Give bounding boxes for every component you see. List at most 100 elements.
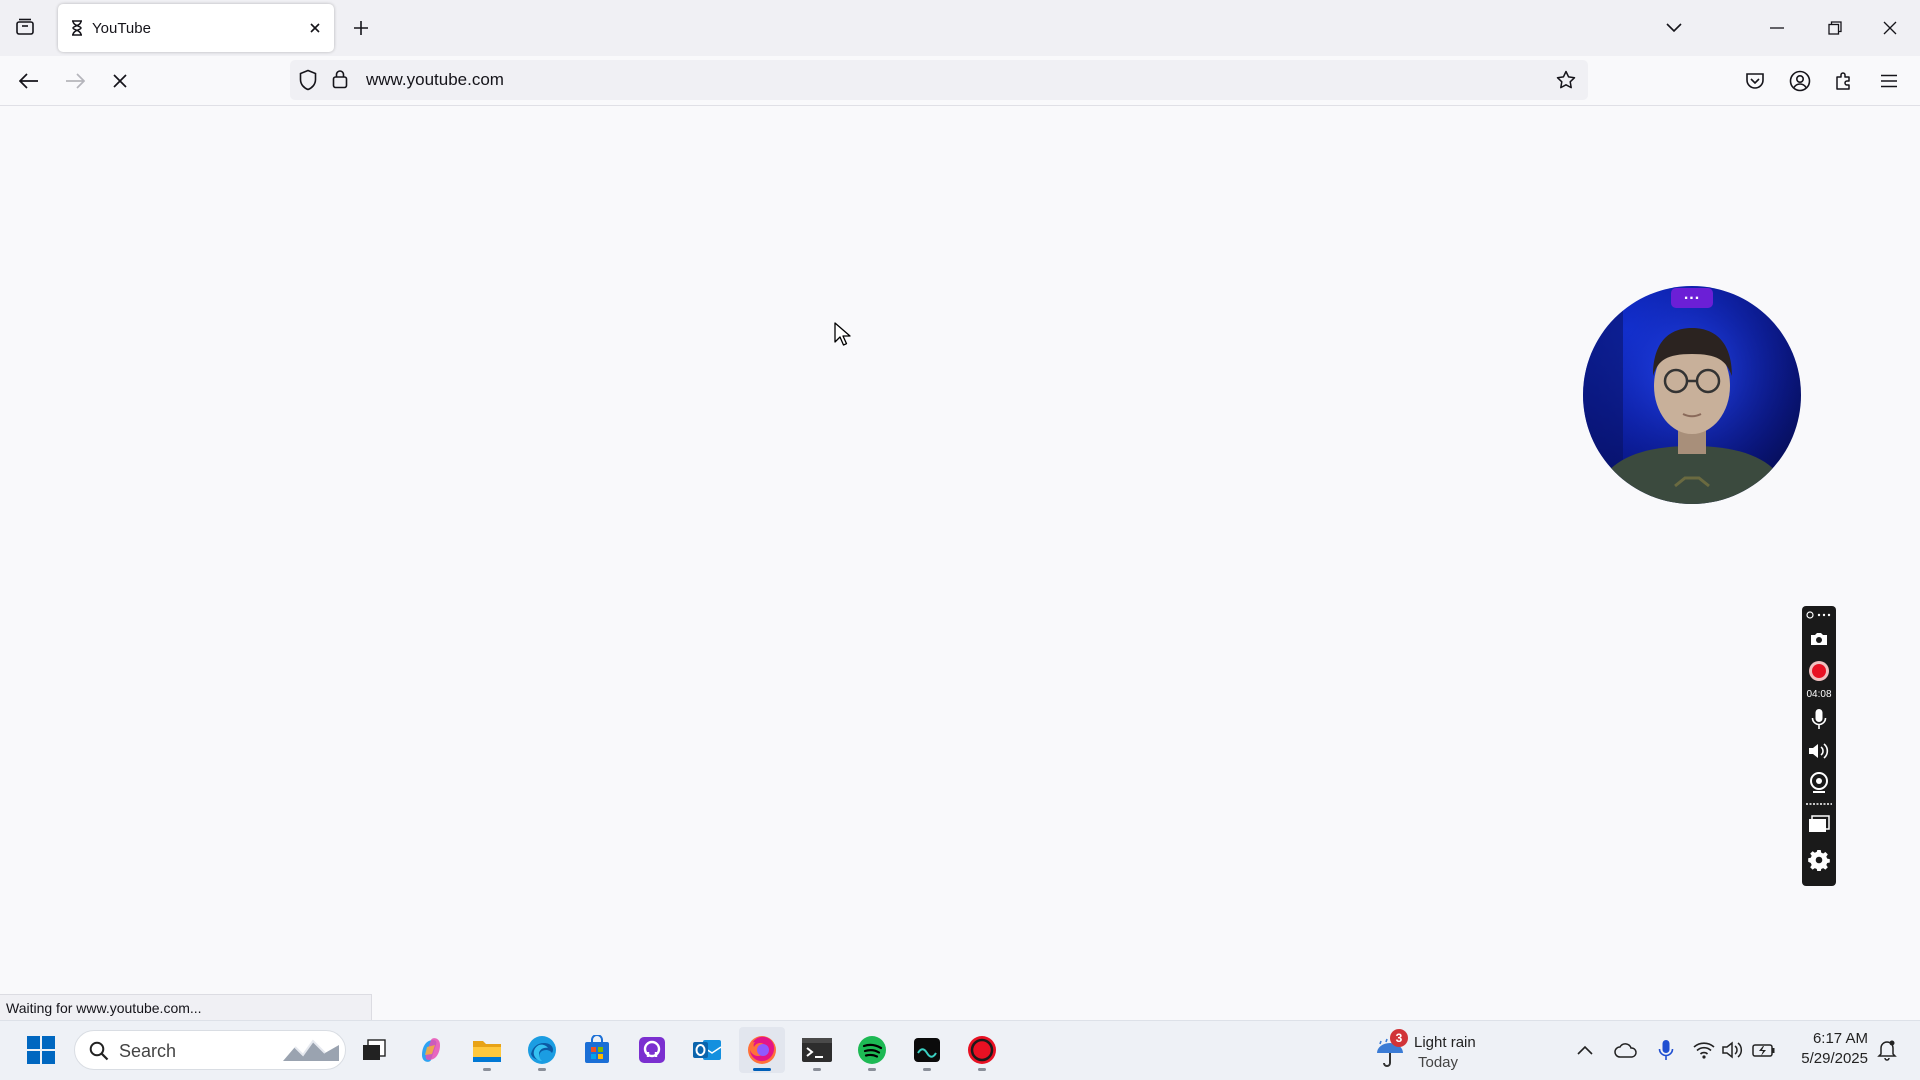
- screen-recorder-toolbar: 04:08: [1802, 606, 1836, 886]
- taskbar-edge[interactable]: [519, 1027, 565, 1073]
- firefox-icon: [748, 1036, 776, 1064]
- record-icon: [1809, 661, 1829, 681]
- edge-icon: [528, 1036, 556, 1064]
- pin-icon: [1806, 611, 1831, 619]
- gear-icon: [1808, 850, 1830, 871]
- running-indicator: [978, 1068, 986, 1071]
- pocket-button[interactable]: [1738, 64, 1772, 98]
- weather-widget[interactable]: 3 Light rain Today: [1370, 1027, 1510, 1075]
- terminal-icon: [802, 1038, 832, 1062]
- taskbar-firefox[interactable]: [739, 1027, 785, 1073]
- tab-close-button[interactable]: [304, 17, 326, 39]
- chevron-up-icon: [1577, 1045, 1593, 1055]
- running-indicator: [923, 1068, 931, 1071]
- taskbar-app[interactable]: [629, 1027, 675, 1073]
- list-all-tabs-button[interactable]: [1656, 11, 1692, 45]
- window-minimize-button[interactable]: [1757, 8, 1797, 48]
- taskbar-task-view[interactable]: [351, 1027, 397, 1073]
- tray-volume[interactable]: [1718, 1035, 1748, 1065]
- tab-youtube[interactable]: YouTube: [58, 4, 334, 52]
- camera-icon: [1811, 633, 1827, 645]
- stop-loading-button[interactable]: [101, 64, 139, 98]
- speaker-icon: [1809, 743, 1829, 759]
- pocket-icon: [1746, 73, 1764, 89]
- lock-icon[interactable]: [332, 69, 348, 89]
- tray-onedrive[interactable]: [1611, 1035, 1641, 1065]
- arrow-left-icon: [19, 73, 38, 89]
- microphone-icon: [1811, 709, 1827, 729]
- screenshot-button[interactable]: [1802, 626, 1836, 652]
- capture-area-button[interactable]: [1802, 811, 1836, 837]
- taskbar: Search 3 Light rain Today 6:17 AM 5/29/2…: [0, 1020, 1920, 1080]
- spotify-icon: [858, 1036, 886, 1064]
- tray-battery[interactable]: [1749, 1035, 1779, 1065]
- taskbar-microsoft-store[interactable]: [574, 1027, 620, 1073]
- app-menu-button[interactable]: [1872, 64, 1906, 98]
- window-close-button[interactable]: [1870, 8, 1910, 48]
- active-indicator: [753, 1068, 771, 1071]
- battery-charging-icon: [1752, 1044, 1775, 1057]
- outlook-icon: [693, 1040, 722, 1060]
- clock-date: 5/29/2025: [1801, 1050, 1868, 1067]
- bookmark-star-button[interactable]: [1552, 66, 1580, 94]
- recorder-drag-handle[interactable]: [1802, 608, 1836, 622]
- back-button[interactable]: [10, 64, 48, 98]
- taskbar-search[interactable]: Search: [74, 1030, 346, 1070]
- taskbar-copilot[interactable]: [408, 1027, 454, 1073]
- firefox-view-button[interactable]: [8, 10, 42, 44]
- app-icon: [914, 1038, 940, 1062]
- weather-alert-badge: 3: [1390, 1029, 1408, 1047]
- url-text[interactable]: www.youtube.com: [366, 70, 504, 90]
- microphone-toggle[interactable]: [1802, 706, 1836, 732]
- search-highlight-image: [283, 1039, 339, 1061]
- microsoft-store-icon: [585, 1035, 609, 1063]
- system-audio-toggle[interactable]: [1802, 738, 1836, 764]
- folder-icon: [473, 1041, 501, 1062]
- wifi-icon: [1693, 1042, 1715, 1059]
- tray-wifi[interactable]: [1689, 1035, 1719, 1065]
- taskbar-app[interactable]: [904, 1027, 950, 1073]
- account-button[interactable]: [1783, 64, 1817, 98]
- toolbar-divider: [1802, 802, 1836, 806]
- close-icon: [310, 23, 320, 33]
- hourglass-icon: [72, 20, 82, 36]
- taskbar-spotify[interactable]: [849, 1027, 895, 1073]
- notifications-button[interactable]: [1872, 1035, 1902, 1065]
- tray-microphone[interactable]: [1651, 1035, 1681, 1065]
- forward-button[interactable]: [56, 64, 94, 98]
- speaker-icon: [1722, 1041, 1743, 1059]
- webcam-overlay[interactable]: [1583, 286, 1801, 504]
- webcam-person-image: [1583, 286, 1801, 504]
- minimize-icon: [1770, 27, 1784, 29]
- taskbar-clock[interactable]: 6:17 AM 5/29/2025: [1788, 1029, 1868, 1069]
- webcam-icon: [1810, 772, 1828, 793]
- weather-condition: Light rain: [1414, 1034, 1476, 1051]
- webcam-toggle[interactable]: [1802, 770, 1836, 796]
- close-icon: [1883, 21, 1897, 35]
- taskbar-outlook[interactable]: [684, 1027, 730, 1073]
- recorder-settings-button[interactable]: [1802, 846, 1836, 874]
- navigation-toolbar: www.youtube.com: [0, 56, 1920, 106]
- mouse-cursor-icon: [834, 322, 851, 346]
- webcam-menu-button[interactable]: ...: [1671, 287, 1713, 308]
- shield-icon[interactable]: [298, 69, 318, 91]
- show-hidden-icons-button[interactable]: [1570, 1035, 1600, 1065]
- new-tab-button[interactable]: [344, 11, 378, 45]
- tab-title: YouTube: [92, 19, 151, 37]
- running-indicator: [813, 1068, 821, 1071]
- taskbar-file-explorer[interactable]: [464, 1027, 510, 1073]
- start-button[interactable]: [18, 1027, 64, 1073]
- window-capture-icon: [1809, 815, 1830, 832]
- recorder-icon: [968, 1036, 996, 1064]
- chevron-down-icon: [1666, 23, 1682, 33]
- record-button[interactable]: [1802, 658, 1836, 684]
- taskbar-screen-recorder[interactable]: [959, 1027, 1005, 1073]
- address-bar[interactable]: www.youtube.com: [290, 60, 1588, 100]
- running-indicator: [868, 1068, 876, 1071]
- stop-icon: [113, 74, 127, 88]
- extensions-button[interactable]: [1827, 64, 1861, 98]
- microphone-icon: [1658, 1040, 1674, 1060]
- restore-icon: [1828, 21, 1842, 35]
- taskbar-terminal[interactable]: [794, 1027, 840, 1073]
- window-restore-button[interactable]: [1815, 8, 1855, 48]
